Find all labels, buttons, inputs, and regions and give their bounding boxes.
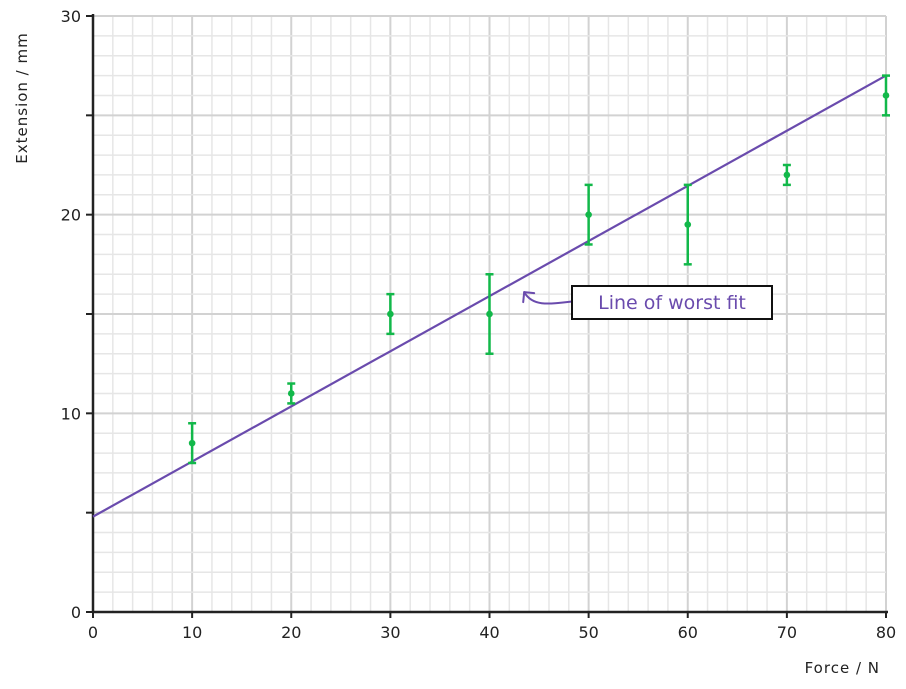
x-tick-label: 50: [578, 623, 598, 642]
x-tick-label: 0: [88, 623, 98, 642]
y-tick-label: 0: [71, 603, 81, 622]
data-point: [783, 171, 791, 179]
data-point: [188, 439, 196, 447]
data-point-group: [188, 422, 197, 465]
data-point: [585, 211, 592, 218]
x-tick-label: 20: [281, 623, 301, 642]
data-point: [486, 310, 493, 318]
data-point-group: [485, 273, 494, 355]
data-point: [684, 221, 692, 228]
data-point: [882, 92, 890, 99]
ticks: 0 10 20 30 40 50 60 70 80 0 10 20 30: [61, 7, 897, 642]
x-tick-label: 40: [479, 623, 499, 642]
data-point-group: [584, 183, 593, 246]
x-tick-label: 10: [182, 623, 202, 642]
x-tick-label: 60: [678, 623, 698, 642]
data-point-group: [287, 382, 296, 405]
data-point-group: [386, 292, 395, 336]
annotation-label: Line of worst fit: [598, 292, 746, 314]
x-tick-label: 80: [876, 623, 896, 642]
data-point: [387, 310, 394, 318]
x-axis-title: Force / N: [805, 659, 880, 677]
x-tick-label: 70: [777, 623, 797, 642]
y-tick-label: 20: [61, 206, 81, 225]
x-tick-label: 30: [380, 623, 400, 642]
data-point-group: [683, 183, 692, 266]
y-axis-title: Extension / mm: [13, 32, 31, 163]
chart: 0 10 20 30 40 50 60 70 80 0 10 20 30 Line of worst f…: [13, 7, 897, 677]
y-tick-label: 10: [61, 404, 81, 423]
data-point-group: [782, 163, 791, 187]
data-point: [287, 390, 295, 397]
y-tick-label: 30: [61, 7, 81, 26]
data-point-group: [882, 74, 890, 117]
